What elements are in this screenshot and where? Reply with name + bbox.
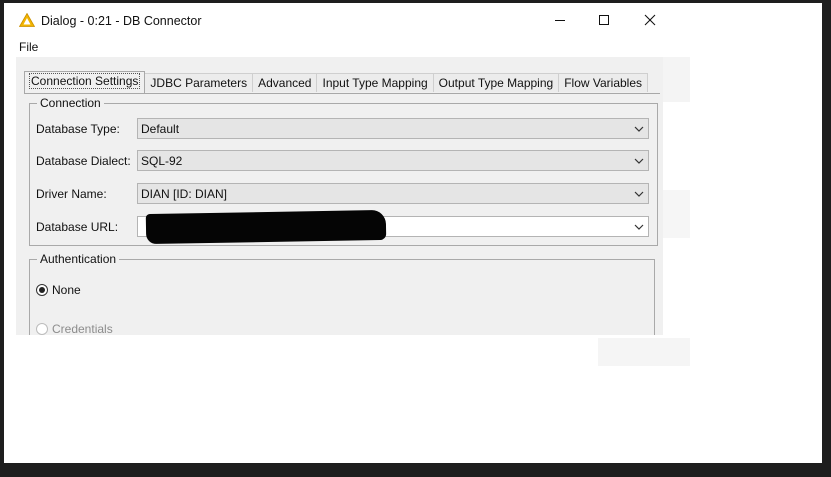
tab-panel-border	[24, 93, 660, 94]
title-bar[interactable]: Dialog - 0:21 - DB Connector	[4, 3, 822, 37]
database-dialect-select[interactable]: SQL-92	[137, 150, 649, 171]
tab-bar: Connection Settings JDBC Parameters Adva…	[24, 71, 649, 93]
maximize-button[interactable]	[581, 3, 627, 37]
auth-credentials-label: Credentials	[52, 322, 113, 335]
authentication-group: Authentication None Credentials	[29, 252, 655, 335]
tab-connection-settings[interactable]: Connection Settings	[24, 71, 146, 93]
tab-flow-variables[interactable]: Flow Variables	[558, 73, 649, 92]
driver-name-value: DIAN [ID: DIAN]	[141, 187, 228, 201]
connection-group: Connection Database Type: Default Databa…	[29, 96, 658, 246]
warning-triangle-icon	[19, 13, 35, 27]
auth-none-radio[interactable]	[36, 284, 48, 296]
chevron-down-icon	[634, 126, 644, 132]
connection-group-label: Connection	[37, 96, 104, 110]
close-icon	[644, 14, 656, 26]
chevron-down-icon	[634, 224, 644, 230]
maximize-icon	[599, 15, 609, 25]
auth-none-label: None	[52, 283, 81, 297]
driver-name-select[interactable]: DIAN [ID: DIAN]	[137, 183, 649, 204]
driver-name-label: Driver Name:	[36, 187, 107, 201]
database-dialect-value: SQL-92	[141, 154, 183, 168]
dialog-content: Connection Settings JDBC Parameters Adva…	[16, 57, 663, 335]
window-frame-bottom	[0, 463, 831, 477]
database-dialect-label: Database Dialect:	[36, 154, 131, 168]
database-type-select[interactable]: Default	[137, 118, 649, 139]
auth-credentials-radio[interactable]	[36, 323, 48, 335]
database-type-label: Database Type:	[36, 122, 120, 136]
menu-file[interactable]: File	[19, 40, 38, 54]
tab-input-type-mapping[interactable]: Input Type Mapping	[316, 73, 434, 92]
window-title: Dialog - 0:21 - DB Connector	[41, 14, 202, 28]
window-frame-left	[0, 0, 4, 477]
background-window-remnant	[663, 190, 690, 238]
tab-advanced[interactable]: Advanced	[252, 73, 318, 92]
menu-bar: File	[4, 37, 822, 57]
database-url-label: Database URL:	[36, 220, 119, 234]
tab-output-type-mapping[interactable]: Output Type Mapping	[432, 73, 560, 92]
minimize-icon	[555, 20, 565, 21]
minimize-button[interactable]	[537, 3, 583, 37]
database-type-value: Default	[141, 122, 180, 136]
tab-jdbc-parameters[interactable]: JDBC Parameters	[144, 73, 254, 92]
window-frame-right	[822, 0, 831, 477]
database-url-field[interactable]	[137, 209, 649, 245]
redaction-mark	[145, 209, 387, 245]
authentication-group-label: Authentication	[37, 252, 120, 266]
background-window-remnant	[598, 338, 690, 366]
chevron-down-icon	[634, 158, 644, 164]
close-button[interactable]	[627, 3, 673, 37]
chevron-down-icon	[634, 191, 644, 197]
